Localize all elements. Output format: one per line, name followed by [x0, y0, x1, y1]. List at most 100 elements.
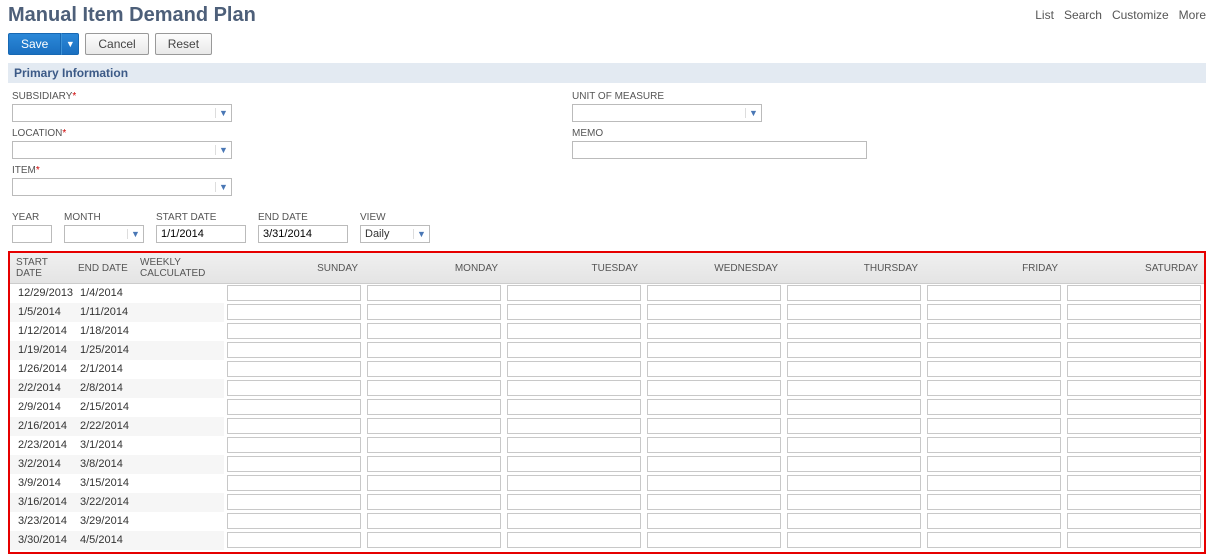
cell-monday-input[interactable] [367, 494, 501, 510]
cell-tuesday-input[interactable] [507, 285, 641, 301]
link-customize[interactable]: Customize [1112, 8, 1169, 22]
cell-sunday-input[interactable] [227, 437, 361, 453]
cell-wednesday-input[interactable] [647, 323, 781, 339]
cell-thursday-input[interactable] [787, 494, 921, 510]
table-row[interactable]: 1/5/20141/11/2014 [10, 303, 1204, 322]
view-select[interactable]: Daily ▼ [360, 225, 430, 243]
cell-tuesday-input[interactable] [507, 437, 641, 453]
cell-friday-input[interactable] [927, 475, 1061, 491]
col-thursday[interactable]: THURSDAY [784, 253, 924, 284]
cell-wednesday-input[interactable] [647, 494, 781, 510]
cell-thursday-input[interactable] [787, 361, 921, 377]
cell-monday-input[interactable] [367, 532, 501, 548]
cell-sunday-input[interactable] [227, 494, 361, 510]
col-weekly-calculated[interactable]: WEEKLY CALCULATED [134, 253, 224, 284]
cell-friday-input[interactable] [927, 342, 1061, 358]
cell-wednesday-input[interactable] [647, 532, 781, 548]
cell-monday-input[interactable] [367, 399, 501, 415]
table-row[interactable]: 3/30/20144/5/2014 [10, 531, 1204, 550]
col-end-date[interactable]: END DATE [72, 253, 134, 284]
link-search[interactable]: Search [1064, 8, 1102, 22]
cell-monday-input[interactable] [367, 513, 501, 529]
cell-thursday-input[interactable] [787, 437, 921, 453]
cell-thursday-input[interactable] [787, 342, 921, 358]
cancel-button[interactable]: Cancel [85, 33, 148, 55]
start-date-input[interactable] [156, 225, 246, 243]
cell-friday-input[interactable] [927, 437, 1061, 453]
cell-saturday-input[interactable] [1067, 323, 1201, 339]
cell-sunday-input[interactable] [227, 418, 361, 434]
memo-input[interactable] [572, 141, 867, 159]
save-dropdown-caret[interactable]: ▼ [61, 33, 79, 55]
cell-wednesday-input[interactable] [647, 513, 781, 529]
cell-monday-input[interactable] [367, 323, 501, 339]
cell-tuesday-input[interactable] [507, 342, 641, 358]
cell-tuesday-input[interactable] [507, 494, 641, 510]
cell-sunday-input[interactable] [227, 513, 361, 529]
cell-saturday-input[interactable] [1067, 418, 1201, 434]
cell-friday-input[interactable] [927, 399, 1061, 415]
cell-monday-input[interactable] [367, 380, 501, 396]
cell-wednesday-input[interactable] [647, 361, 781, 377]
cell-friday-input[interactable] [927, 494, 1061, 510]
cell-tuesday-input[interactable] [507, 323, 641, 339]
cell-sunday-input[interactable] [227, 304, 361, 320]
cell-friday-input[interactable] [927, 285, 1061, 301]
cell-thursday-input[interactable] [787, 304, 921, 320]
link-more[interactable]: More [1179, 8, 1206, 22]
cell-friday-input[interactable] [927, 456, 1061, 472]
col-sunday[interactable]: SUNDAY [224, 253, 364, 284]
uom-select[interactable]: ▼ [572, 104, 762, 122]
table-row[interactable]: 3/23/20143/29/2014 [10, 512, 1204, 531]
cell-tuesday-input[interactable] [507, 456, 641, 472]
cell-tuesday-input[interactable] [507, 513, 641, 529]
cell-saturday-input[interactable] [1067, 361, 1201, 377]
table-row[interactable]: 1/26/20142/1/2014 [10, 360, 1204, 379]
table-row[interactable]: 2/9/20142/15/2014 [10, 398, 1204, 417]
table-row[interactable]: 2/23/20143/1/2014 [10, 436, 1204, 455]
cell-sunday-input[interactable] [227, 475, 361, 491]
cell-wednesday-input[interactable] [647, 437, 781, 453]
cell-wednesday-input[interactable] [647, 304, 781, 320]
cell-saturday-input[interactable] [1067, 513, 1201, 529]
table-row[interactable]: 3/16/20143/22/2014 [10, 493, 1204, 512]
table-row[interactable]: 3/2/20143/8/2014 [10, 455, 1204, 474]
cell-sunday-input[interactable] [227, 323, 361, 339]
cell-saturday-input[interactable] [1067, 437, 1201, 453]
table-row[interactable]: 12/29/20131/4/2014 [10, 284, 1204, 303]
cell-tuesday-input[interactable] [507, 532, 641, 548]
cell-monday-input[interactable] [367, 456, 501, 472]
cell-friday-input[interactable] [927, 361, 1061, 377]
cell-monday-input[interactable] [367, 475, 501, 491]
cell-sunday-input[interactable] [227, 399, 361, 415]
cell-thursday-input[interactable] [787, 323, 921, 339]
cell-saturday-input[interactable] [1067, 380, 1201, 396]
cell-monday-input[interactable] [367, 361, 501, 377]
cell-saturday-input[interactable] [1067, 532, 1201, 548]
cell-thursday-input[interactable] [787, 456, 921, 472]
cell-tuesday-input[interactable] [507, 399, 641, 415]
table-row[interactable]: 1/12/20141/18/2014 [10, 322, 1204, 341]
cell-friday-input[interactable] [927, 323, 1061, 339]
cell-saturday-input[interactable] [1067, 475, 1201, 491]
cell-friday-input[interactable] [927, 304, 1061, 320]
col-wednesday[interactable]: WEDNESDAY [644, 253, 784, 284]
cell-monday-input[interactable] [367, 418, 501, 434]
cell-thursday-input[interactable] [787, 513, 921, 529]
cell-tuesday-input[interactable] [507, 380, 641, 396]
cell-sunday-input[interactable] [227, 361, 361, 377]
col-friday[interactable]: FRIDAY [924, 253, 1064, 284]
cell-sunday-input[interactable] [227, 380, 361, 396]
cell-thursday-input[interactable] [787, 418, 921, 434]
cell-wednesday-input[interactable] [647, 399, 781, 415]
cell-saturday-input[interactable] [1067, 304, 1201, 320]
link-list[interactable]: List [1035, 8, 1054, 22]
table-row[interactable]: 2/16/20142/22/2014 [10, 417, 1204, 436]
cell-wednesday-input[interactable] [647, 418, 781, 434]
cell-monday-input[interactable] [367, 285, 501, 301]
cell-monday-input[interactable] [367, 304, 501, 320]
cell-tuesday-input[interactable] [507, 304, 641, 320]
cell-wednesday-input[interactable] [647, 456, 781, 472]
cell-thursday-input[interactable] [787, 285, 921, 301]
cell-monday-input[interactable] [367, 342, 501, 358]
